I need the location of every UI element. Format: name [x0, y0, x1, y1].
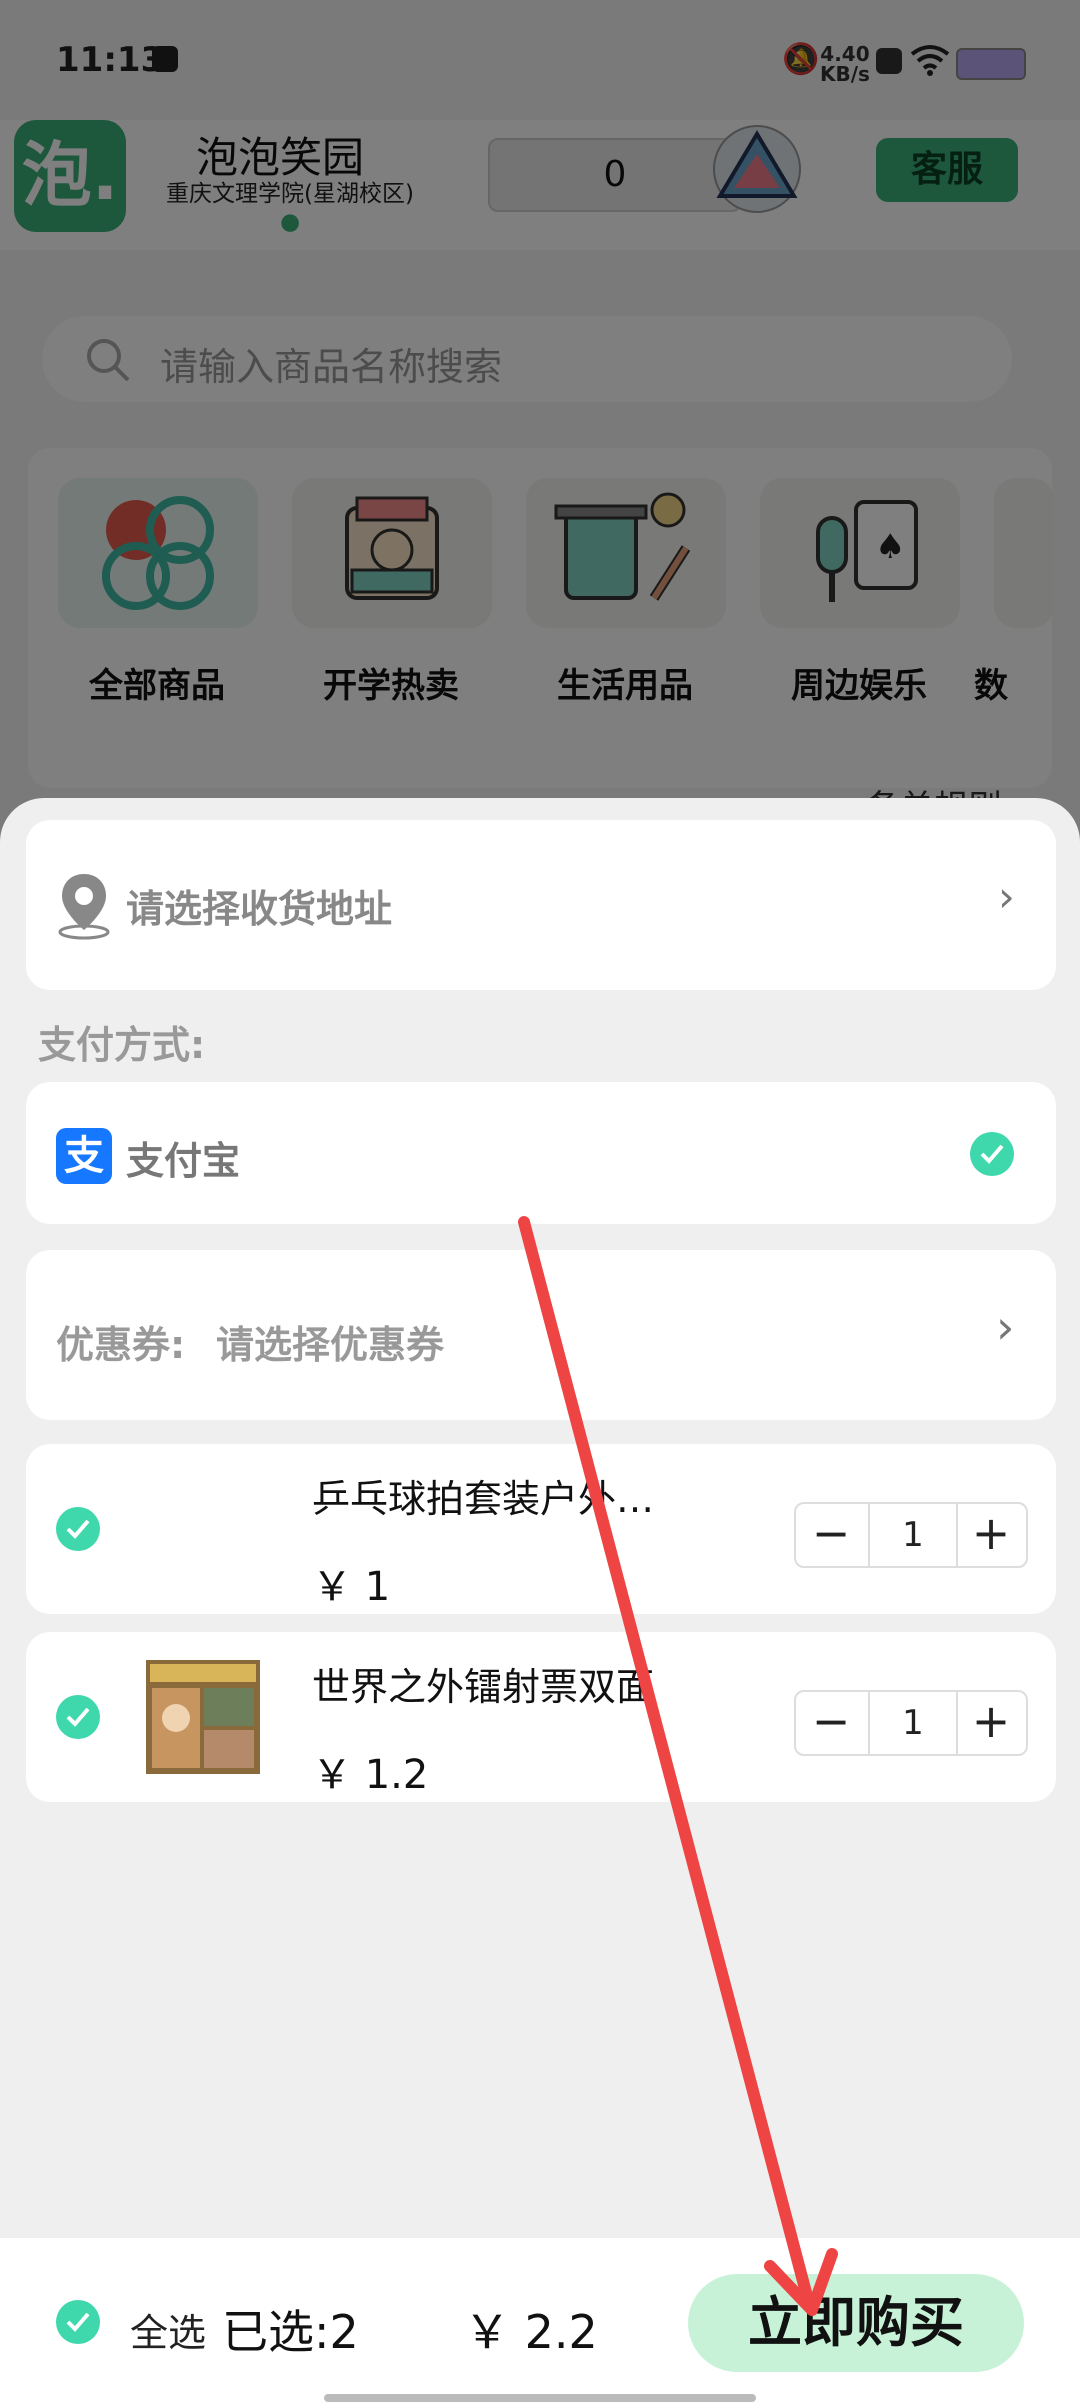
buy-now-button[interactable]: 立即购买	[688, 2274, 1024, 2372]
item-check-icon[interactable]	[56, 1695, 100, 1739]
coupon-card[interactable]: 优惠券: 请选择优惠券 ›	[26, 1250, 1056, 1420]
coupon-placeholder: 请选择优惠券	[216, 1323, 445, 1367]
cart-item: 世界之外镭射票双面 ￥ 1.2 − 1 +	[26, 1632, 1056, 1802]
minus-button[interactable]: −	[796, 1504, 866, 1566]
address-placeholder: 请选择收货地址	[126, 887, 393, 931]
select-all-check-icon[interactable]	[56, 2300, 100, 2344]
address-chevron-icon: ›	[998, 872, 1015, 921]
payment-check-icon[interactable]	[970, 1132, 1014, 1176]
location-pin-icon	[58, 874, 110, 940]
alipay-icon: 支	[56, 1128, 112, 1184]
quantity-value[interactable]: 1	[868, 1692, 958, 1754]
payment-title: 支付方式:	[38, 1023, 206, 1067]
quantity-value[interactable]: 1	[868, 1504, 958, 1566]
select-all-label[interactable]: 全选	[130, 2302, 206, 2357]
selected-count: 已选:2	[222, 2305, 359, 2359]
checkout-sheet: 请选择收货地址 › 支付方式: 支 支付宝 优惠券: 请选择优惠券 › 乒乓球拍…	[0, 798, 1080, 2408]
item-price: ￥ 1.2	[312, 1752, 429, 1798]
total-price: ￥ 2.2	[464, 2305, 598, 2359]
home-indicator[interactable]	[324, 2394, 756, 2402]
checkout-footer: 全选 已选:2 ￥ 2.2 立即购买	[0, 2238, 1080, 2408]
item-price: ￥ 1	[312, 1564, 391, 1610]
item-name: 乒乓球拍套装户外…	[312, 1477, 655, 1521]
product-thumbnail	[146, 1660, 260, 1774]
coupon-chevron-icon: ›	[996, 1300, 1015, 1354]
quantity-stepper: − 1 +	[794, 1690, 1028, 1756]
payment-card[interactable]: 支 支付宝	[26, 1082, 1056, 1224]
payment-method-label: 支付宝	[126, 1139, 241, 1183]
address-card[interactable]: 请选择收货地址 ›	[26, 820, 1056, 990]
item-name: 世界之外镭射票双面	[312, 1665, 655, 1709]
item-check-icon[interactable]	[56, 1507, 100, 1551]
plus-button[interactable]: +	[956, 1692, 1026, 1754]
minus-button[interactable]: −	[796, 1692, 866, 1754]
cart-item: 乒乓球拍套装户外… ￥ 1 − 1 +	[26, 1444, 1056, 1614]
coupon-label: 优惠券:	[56, 1323, 186, 1367]
plus-button[interactable]: +	[956, 1504, 1026, 1566]
quantity-stepper: − 1 +	[794, 1502, 1028, 1568]
